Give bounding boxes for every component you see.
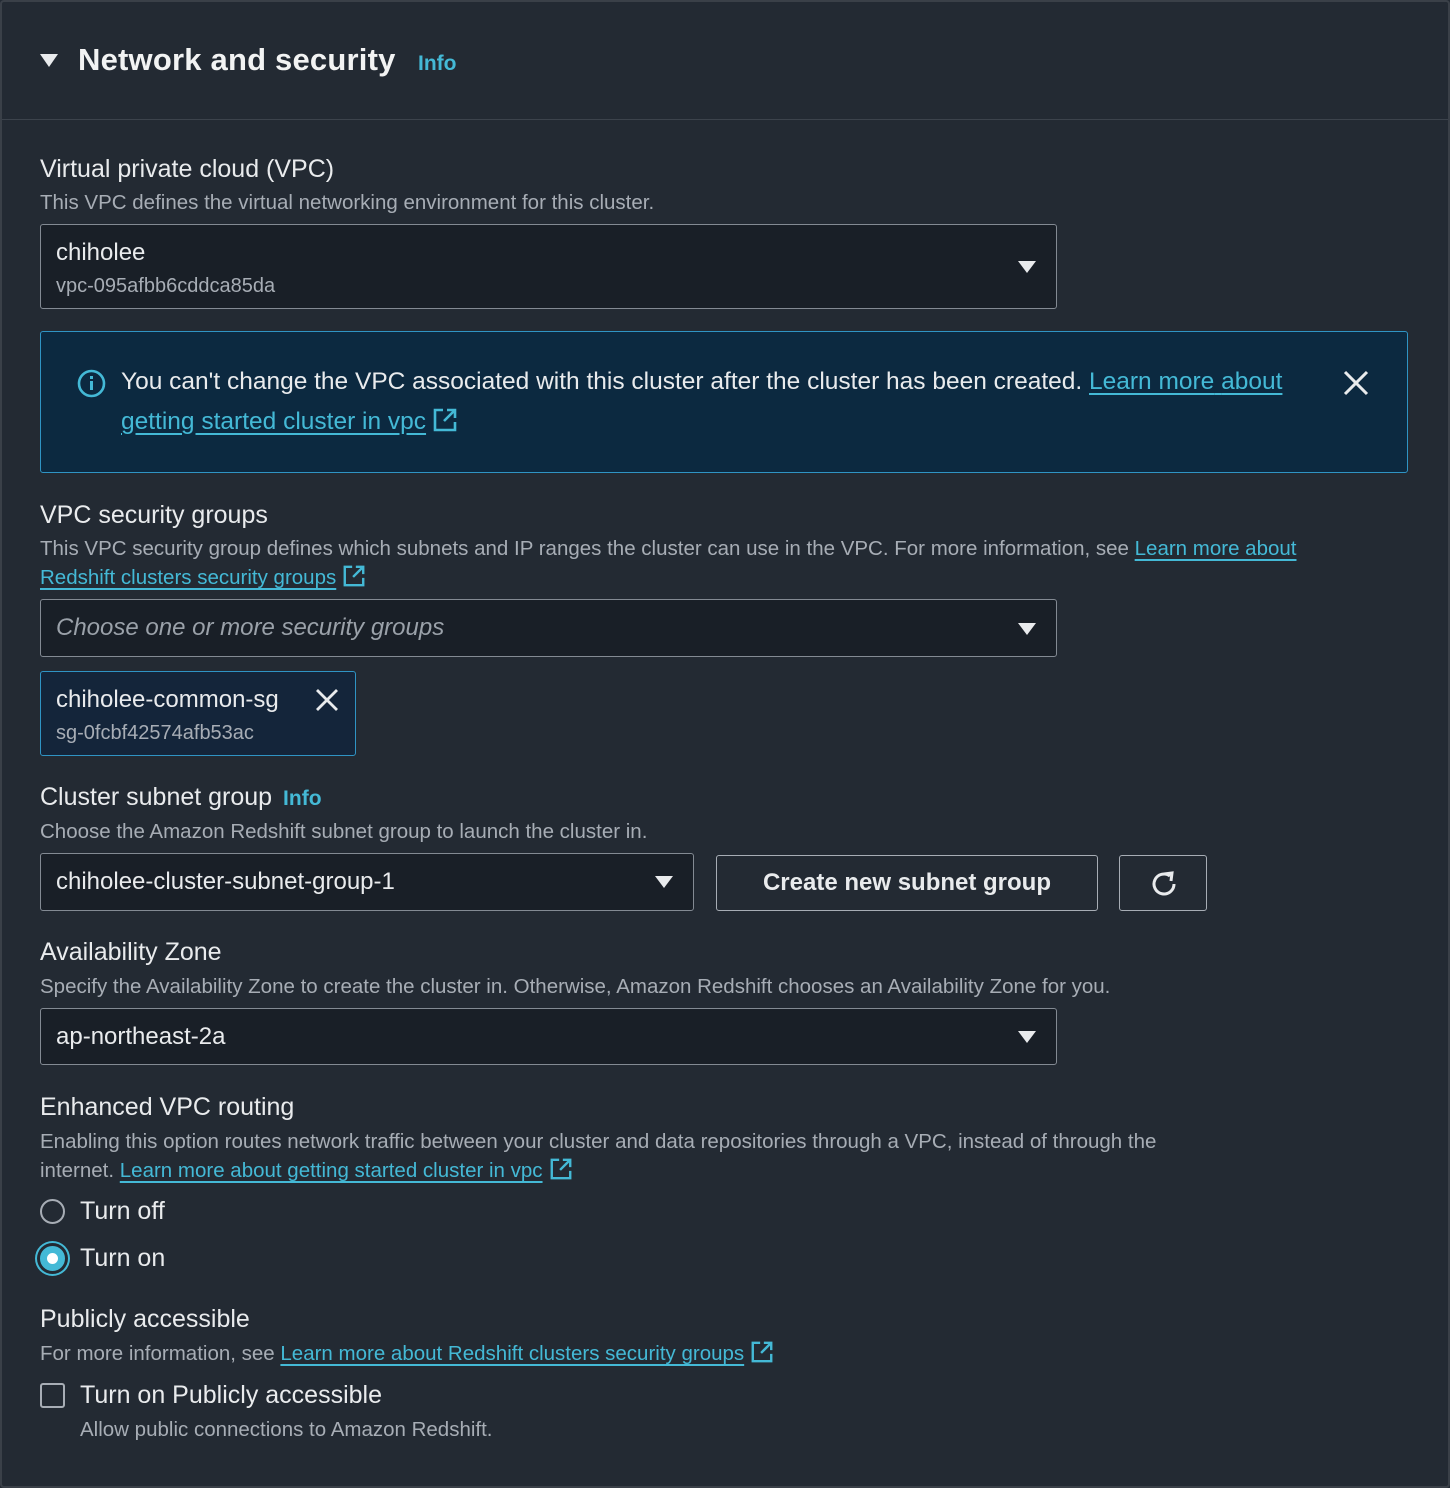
security-groups-label: VPC security groups — [40, 501, 268, 529]
network-security-panel: Network and security Info Virtual privat… — [0, 0, 1450, 1488]
token-id: sg-0fcbf42574afb53ac — [56, 722, 254, 744]
external-link-icon[interactable] — [549, 1157, 573, 1181]
section-title: Network and security — [78, 42, 396, 77]
radio-turn-off[interactable] — [40, 1199, 65, 1224]
subnet-group-info-link[interactable]: Info — [283, 787, 321, 810]
public-access-learn-more-link[interactable]: Learn more about Redshift clusters secur… — [280, 1342, 744, 1365]
vpc-selected-name: chiholee — [56, 239, 146, 266]
security-groups-placeholder: Choose one or more security groups — [56, 614, 445, 641]
vpc-select[interactable]: chiholee vpc-095afbb6cddca85da — [40, 224, 1057, 309]
security-group-token: chiholee-common-sg sg-0fcbf42574afb53ac — [40, 671, 356, 756]
create-subnet-group-button[interactable]: Create new subnet group — [716, 855, 1098, 911]
vpc-info-alert: You can't change the VPC associated with… — [40, 331, 1408, 473]
enhanced-routing-description: Enabling this option routes network traf… — [40, 1130, 1157, 1182]
dropdown-caret-icon — [1018, 623, 1036, 635]
remove-token-close-icon[interactable] — [315, 688, 339, 712]
availability-zone-description: Specify the Availability Zone to create … — [40, 975, 1111, 998]
availability-zone-select[interactable]: ap-northeast-2a — [40, 1008, 1057, 1065]
security-groups-select[interactable]: Choose one or more security groups — [40, 599, 1057, 657]
vpc-label: Virtual private cloud (VPC) — [40, 155, 335, 183]
dropdown-caret-icon — [1018, 1031, 1036, 1043]
expand-caret-icon[interactable] — [40, 54, 58, 67]
close-icon[interactable] — [1343, 370, 1369, 396]
public-access-label: Publicly accessible — [40, 1305, 250, 1333]
subnet-group-description: Choose the Amazon Redshift subnet group … — [40, 820, 648, 843]
dropdown-caret-icon — [655, 876, 673, 888]
enhanced-routing-label: Enhanced VPC routing — [40, 1093, 295, 1121]
external-link-icon[interactable] — [750, 1340, 774, 1364]
availability-zone-label: Availability Zone — [40, 938, 222, 966]
public-access-checkbox-description: Allow public connections to Amazon Redsh… — [80, 1418, 493, 1441]
radio-turn-off-label[interactable]: Turn off — [80, 1197, 165, 1226]
availability-zone-selected: ap-northeast-2a — [56, 1023, 226, 1050]
public-access-checkbox-label[interactable]: Turn on Publicly accessible — [80, 1381, 382, 1410]
public-access-description: For more information, see Learn more abo… — [40, 1339, 774, 1368]
alert-message: You can't change the VPC associated with… — [121, 368, 1083, 395]
refresh-icon — [1152, 871, 1176, 896]
refresh-button[interactable] — [1119, 855, 1207, 911]
dropdown-caret-icon — [1018, 261, 1036, 273]
public-access-checkbox[interactable] — [40, 1383, 65, 1408]
token-name: chiholee-common-sg — [56, 686, 279, 713]
section-info-link[interactable]: Info — [418, 52, 456, 76]
external-link-icon[interactable] — [432, 407, 458, 433]
external-link-icon[interactable] — [342, 564, 366, 588]
security-groups-description: This VPC security group defines which su… — [40, 537, 1297, 589]
enhanced-routing-learn-more-link[interactable]: Learn more about getting started cluster… — [120, 1159, 543, 1182]
section-header[interactable]: Network and security Info — [2, 2, 1448, 120]
subnet-group-select[interactable]: chiholee-cluster-subnet-group-1 — [40, 853, 694, 911]
vpc-description: This VPC defines the virtual networking … — [40, 191, 655, 214]
radio-turn-on[interactable] — [40, 1246, 65, 1271]
alert-text: You can't change the VPC associated with… — [121, 362, 1291, 442]
info-circle-icon — [77, 369, 106, 398]
subnet-group-selected: chiholee-cluster-subnet-group-1 — [56, 868, 395, 895]
vpc-selected-id: vpc-095afbb6cddca85da — [56, 275, 276, 297]
radio-turn-on-label[interactable]: Turn on — [80, 1244, 165, 1273]
subnet-group-label: Cluster subnet group Info — [40, 783, 322, 811]
